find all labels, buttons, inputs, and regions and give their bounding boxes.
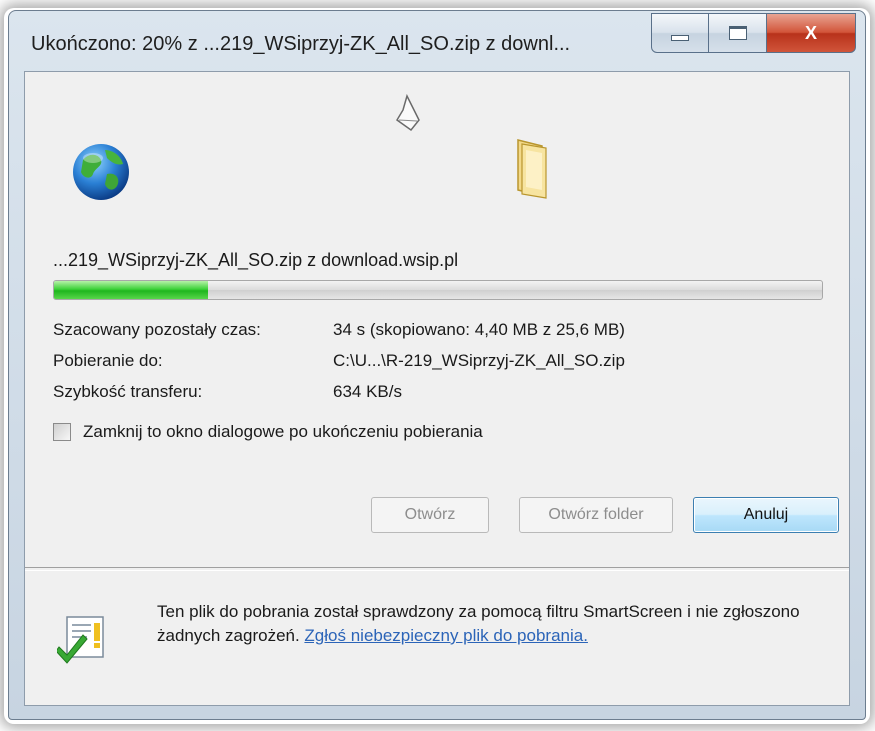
- caption-buttons: X: [651, 13, 856, 57]
- download-animation: [25, 72, 849, 200]
- open-folder-button[interactable]: Otwórz folder: [519, 497, 673, 533]
- download-to-label: Pobieranie do:: [53, 351, 163, 370]
- smartscreen-message: Ten plik do pobrania został sprawdzony z…: [157, 600, 829, 648]
- close-icon: X: [804, 22, 817, 43]
- report-unsafe-file-link[interactable]: Zgłoś niebezpieczny plik do pobrania.: [304, 626, 588, 645]
- close-when-done-checkbox[interactable]: [53, 423, 71, 441]
- minimize-button[interactable]: [651, 13, 709, 53]
- open-button[interactable]: Otwórz: [371, 497, 489, 533]
- download-progress-bar: [53, 280, 823, 300]
- minimize-icon: [671, 35, 689, 41]
- download-dialog: Ukończono: 20% z ...219_WSiprzyj-ZK_All_…: [8, 10, 866, 720]
- transfer-rate-label: Szybkość transferu:: [53, 382, 203, 401]
- folder-icon: [517, 139, 547, 199]
- download-filename: ...219_WSiprzyj-ZK_All_SO.zip z download…: [53, 250, 459, 270]
- window-title: Ukończono: 20% z ...219_WSiprzyj-ZK_All_…: [31, 33, 571, 55]
- time-remaining-value: 34 s (skopiowano: 4,40 MB z 25,6 MB): [333, 320, 625, 339]
- cancel-button[interactable]: Anuluj: [693, 497, 839, 533]
- dialog-client-area: ...219_WSiprzyj-ZK_All_SO.zip z download…: [24, 71, 850, 706]
- transfer-rate-value: 634 KB/s: [333, 382, 402, 401]
- progress-fill: [54, 281, 208, 299]
- smartscreen-check-icon: [57, 616, 104, 664]
- time-remaining-label: Szacowany pozostały czas:: [53, 320, 261, 339]
- maximize-icon: [728, 26, 747, 40]
- maximize-button[interactable]: [709, 13, 767, 53]
- flying-paper-icon: [396, 94, 420, 132]
- close-when-done-label[interactable]: Zamknij to okno dialogowe po ukończeniu …: [83, 422, 483, 442]
- download-to-value: C:\U...\R-219_WSiprzyj-ZK_All_SO.zip: [333, 351, 625, 370]
- globe-icon: [73, 144, 129, 200]
- separator: [25, 567, 849, 571]
- close-button[interactable]: X: [767, 13, 856, 53]
